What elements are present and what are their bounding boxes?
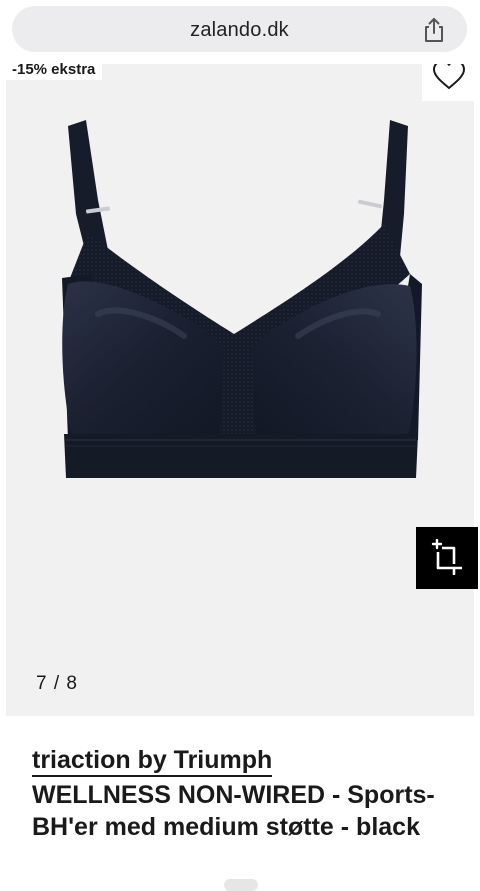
wishlist-button[interactable]: [422, 64, 474, 101]
find-similar-button[interactable]: [416, 527, 478, 589]
brand-link[interactable]: triaction by Triumph: [32, 746, 273, 777]
address-bar[interactable]: zalando.dk: [12, 6, 467, 52]
crop-sparkle-icon: [431, 539, 462, 575]
share-icon[interactable]: [421, 17, 447, 43]
product-name: WELLNESS NON-WIRED - Sports-BH'er med me…: [32, 781, 435, 841]
image-counter: 7 / 8: [36, 673, 78, 694]
heart-outline-icon: [433, 64, 465, 89]
discount-badge: -15% ekstra: [6, 62, 103, 80]
product-details: triaction by Triumph WELLNESS NON-WIRED …: [32, 746, 452, 843]
scroll-handle: [224, 879, 258, 891]
product-image-gallery[interactable]: [6, 64, 474, 716]
url-text[interactable]: zalando.dk: [12, 19, 467, 42]
browser-toolbar: zalando.dk: [0, 0, 480, 62]
product-image: [62, 120, 422, 478]
